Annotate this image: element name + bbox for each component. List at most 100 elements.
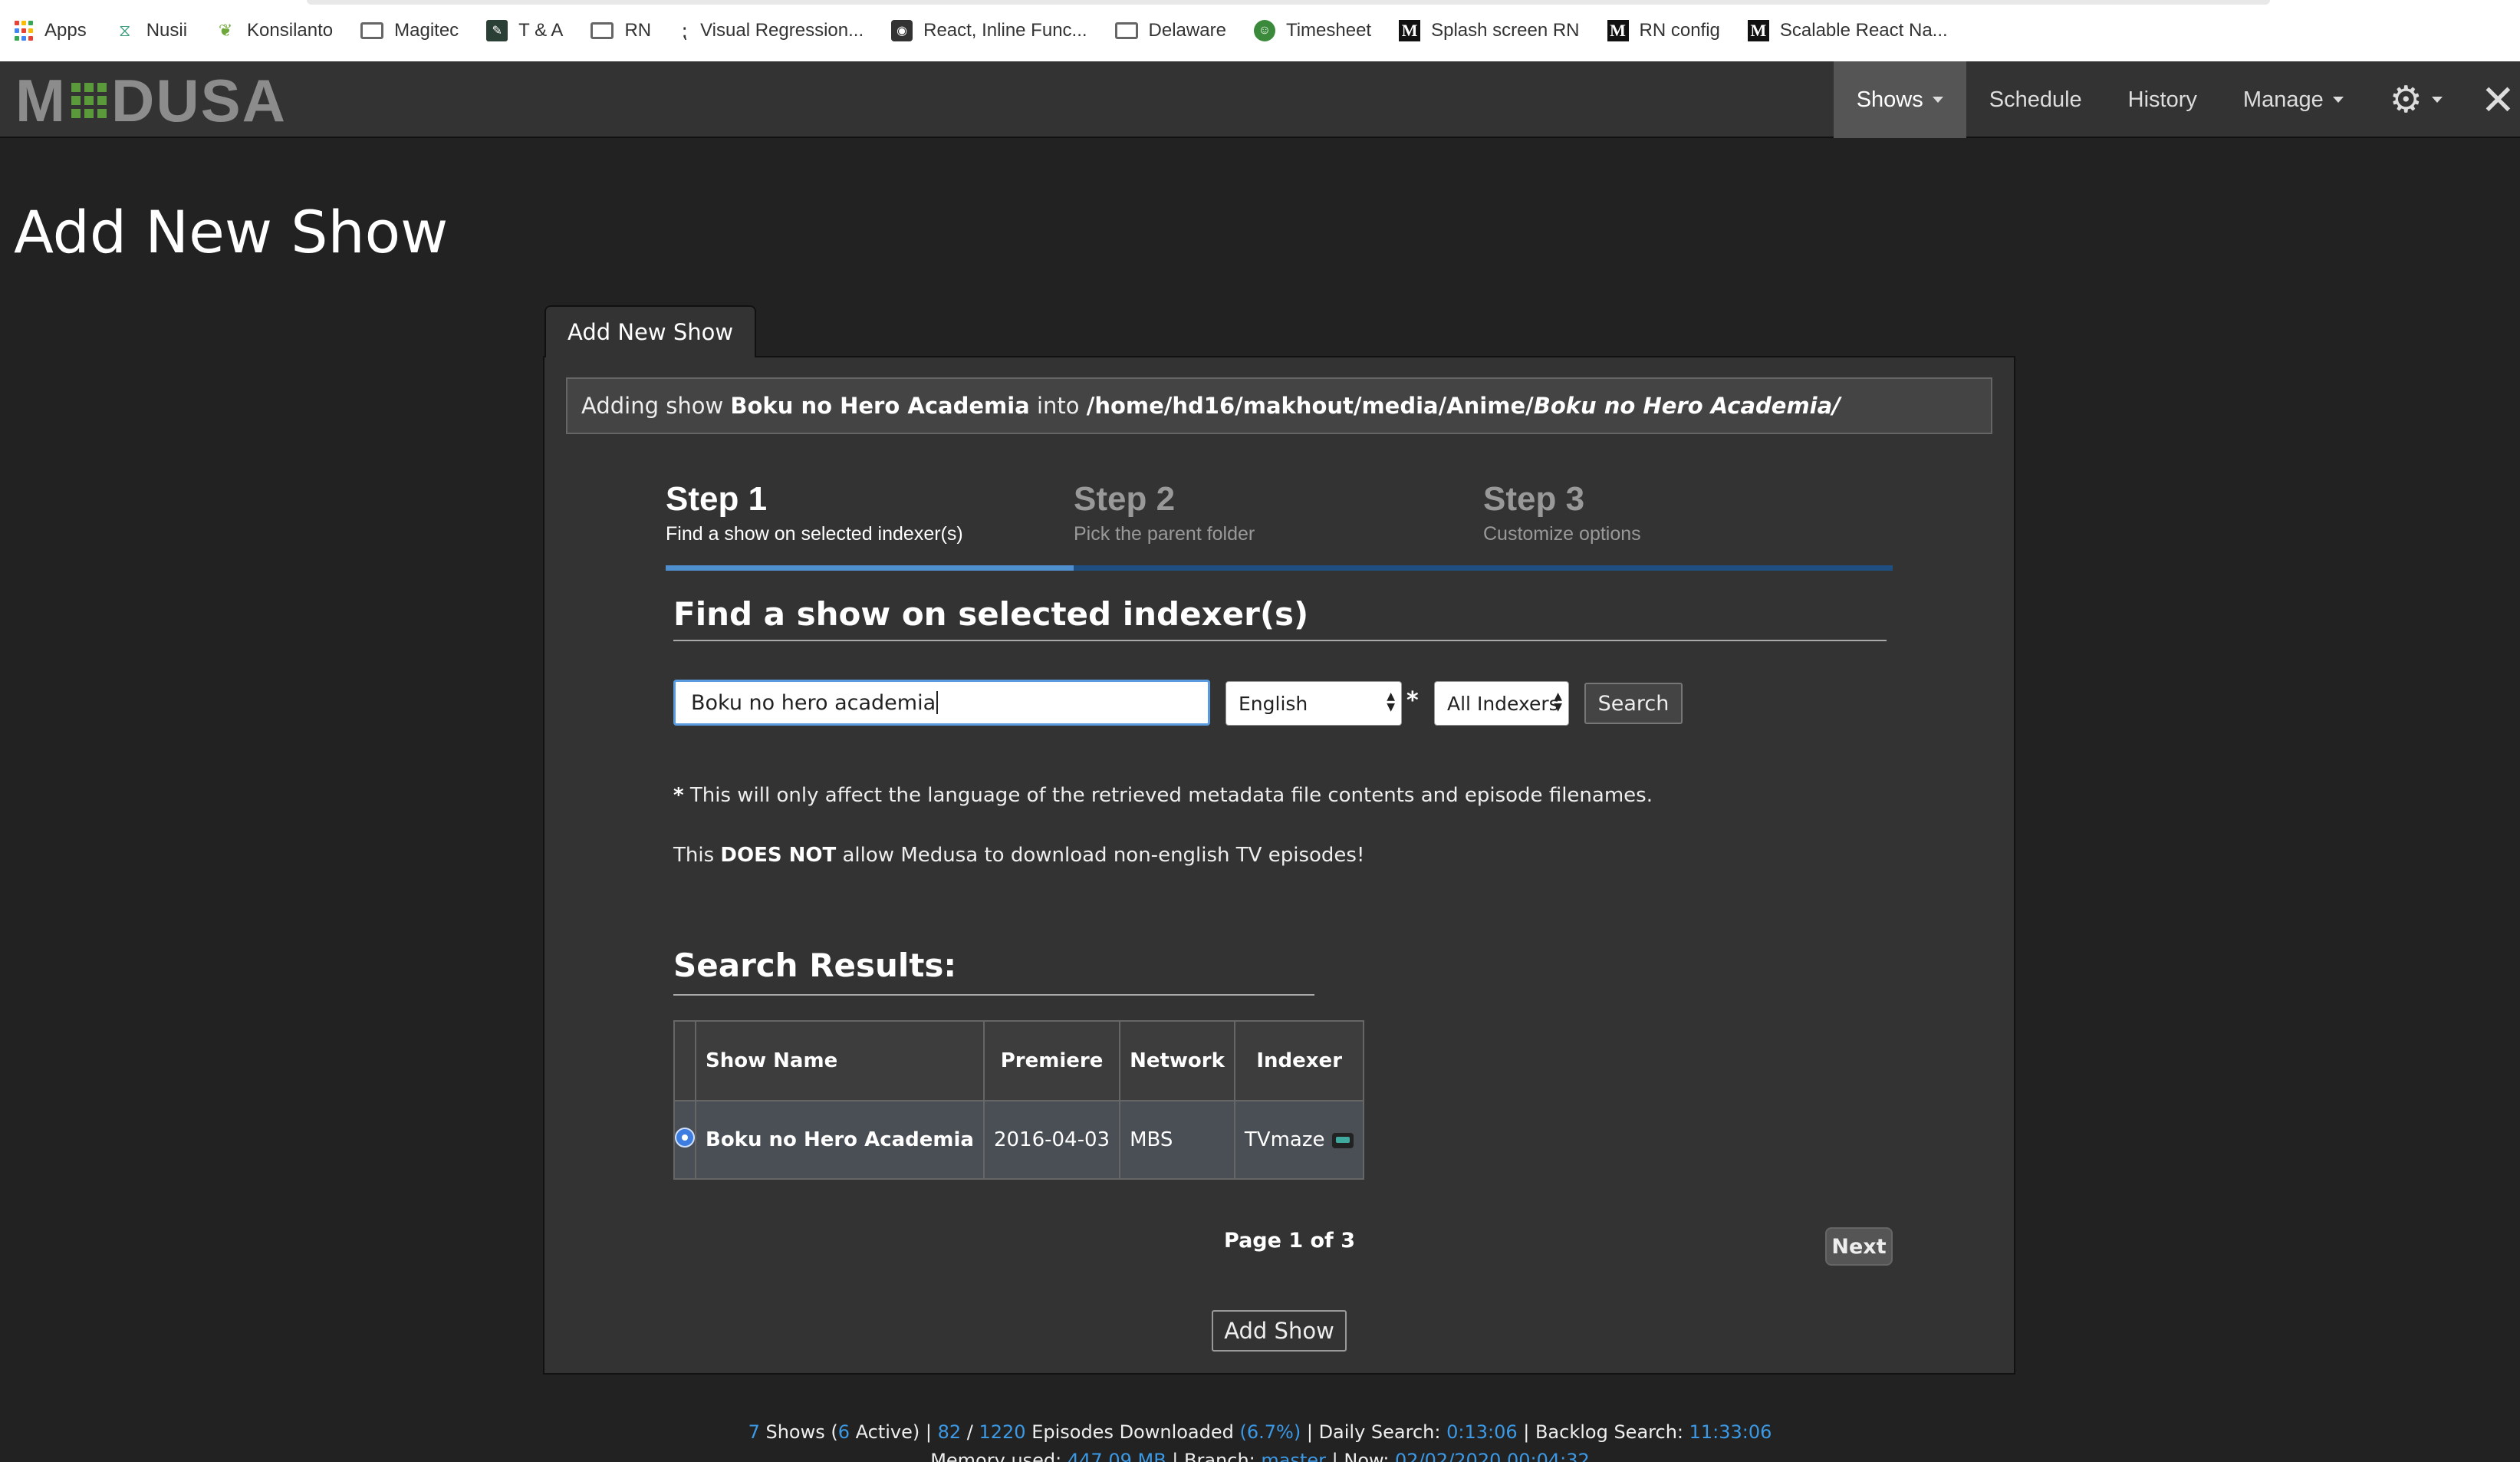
bookmark-rn[interactable]: RN [591, 20, 651, 41]
next-page-button[interactable]: Next [1825, 1227, 1893, 1266]
backlog-search-time: 11:33:06 [1689, 1421, 1772, 1443]
select-arrows-icon: ▲ ▼ [1554, 690, 1562, 713]
note-asterisk: * [673, 784, 684, 807]
header-premiere[interactable]: Premiere [982, 1020, 1121, 1101]
search-input-value: Boku no hero academia [691, 690, 936, 715]
nav-history[interactable]: History [2105, 61, 2220, 138]
step-2: Step 2 Pick the parent folder [1074, 480, 1255, 545]
search-results-heading: Search Results: [673, 947, 957, 984]
chevron-down-icon [2431, 97, 2443, 103]
shows-label: Shows ( [759, 1421, 838, 1443]
ta-icon: ✎ [486, 20, 508, 41]
text-cursor [936, 691, 939, 714]
dots-icon: ⁏ [680, 18, 688, 42]
bookmark-label: React, Inline Func... [923, 20, 1087, 41]
chevron-down-icon [1932, 97, 1943, 103]
download-percent: (6.7%) [1239, 1421, 1301, 1443]
active-count[interactable]: 6 [838, 1421, 850, 1443]
folder-icon [591, 22, 614, 39]
branch-value[interactable]: master [1261, 1450, 1326, 1462]
language-select-value: English [1239, 692, 1308, 715]
nav-schedule-label: Schedule [1989, 87, 2082, 112]
cell-show-name[interactable]: Boku no Hero Academia [695, 1100, 985, 1180]
cell-premiere: 2016-04-03 [982, 1100, 1121, 1180]
backlog-label: | Backlog Search: [1517, 1421, 1689, 1443]
logo-text-left: M [15, 66, 67, 134]
step-description: Pick the parent folder [1074, 523, 1255, 545]
now-value: 02/02/2020 00:04:32 [1395, 1450, 1590, 1462]
apps-grid-icon [14, 21, 34, 41]
bookmark-konsilanto[interactable]: ❦ Konsilanto [215, 20, 333, 41]
nav-tools[interactable]: ✕ [2466, 61, 2520, 138]
nav-shows-label: Shows [1856, 87, 1923, 112]
downloaded-count[interactable]: 82 [938, 1421, 962, 1443]
table-row[interactable]: Boku no Hero Academia 2016-04-03 MBS TVm… [673, 1100, 1365, 1180]
tab-add-new-show[interactable]: Add New Show [544, 305, 757, 357]
bookmark-label: Magitec [394, 20, 459, 41]
eye-icon: ◉ [891, 20, 913, 41]
result-radio[interactable] [675, 1127, 695, 1148]
header-show-name[interactable]: Show Name [695, 1020, 985, 1101]
bookmark-nusii[interactable]: ⧖ Nusii [114, 20, 187, 41]
cell-network: MBS [1119, 1100, 1235, 1180]
step-number: Step 3 [1483, 480, 1585, 518]
bookmark-delaware[interactable]: Delaware [1114, 20, 1226, 41]
memory-label: Memory used: [930, 1450, 1068, 1462]
memory-value: 447.09 MB [1067, 1450, 1166, 1462]
tvmaze-icon [1332, 1132, 1354, 1148]
bookmark-react-inline[interactable]: ◉ React, Inline Func... [891, 20, 1087, 41]
step-number: Step 1 [666, 480, 768, 518]
branch-label: | Branch: [1166, 1450, 1262, 1462]
total-episodes[interactable]: 1220 [979, 1421, 1025, 1443]
add-show-button[interactable]: Add Show [1212, 1310, 1347, 1352]
header-select [673, 1020, 696, 1101]
top-navbar: M DUSA Shows Schedule History Manage ⚙ ✕ [0, 61, 2520, 138]
language-select[interactable]: English ▲ ▼ [1225, 681, 1402, 726]
show-search-input[interactable]: Boku no hero academia [673, 680, 1210, 726]
logo-grid-icon [71, 83, 107, 118]
search-button[interactable]: Search [1584, 683, 1683, 724]
chevron-down-icon [2332, 97, 2344, 103]
adding-prefix: Adding show [581, 393, 731, 419]
indexer-name: TVmaze [1244, 1128, 1325, 1151]
shows-count[interactable]: 7 [748, 1421, 760, 1443]
header-indexer[interactable]: Indexer [1233, 1020, 1365, 1101]
bookmark-rn-config[interactable]: M RN config [1607, 20, 1720, 41]
bookmark-label: Visual Regression... [700, 20, 864, 41]
select-cell[interactable] [673, 1100, 696, 1180]
bookmarks-bar: Apps ⧖ Nusii ❦ Konsilanto Magitec ✎ T & … [0, 0, 2520, 61]
bookmark-magitec[interactable]: Magitec [360, 20, 459, 41]
bookmark-scalable-react[interactable]: M Scalable React Na... [1747, 20, 1948, 41]
bookmark-label: Scalable React Na... [1779, 20, 1948, 41]
nav-manage[interactable]: Manage [2220, 61, 2367, 138]
indexer-select-value: All Indexers [1447, 692, 1559, 715]
browser-tab-edge [307, 0, 2270, 5]
active-label: Active) | [850, 1421, 938, 1443]
adding-path-show: Boku no Hero Academia/ [1533, 393, 1841, 419]
bookmark-label: RN [624, 20, 652, 41]
nav-settings[interactable]: ⚙ [2367, 61, 2466, 138]
nav-schedule[interactable]: Schedule [1966, 61, 2105, 138]
nav-menu: Shows Schedule History Manage ⚙ ✕ [1833, 61, 2520, 138]
indexer-select[interactable]: All Indexers ▲ ▼ [1434, 681, 1569, 726]
bookmark-splash-screen[interactable]: M Splash screen RN [1399, 20, 1580, 41]
bookmark-ta[interactable]: ✎ T & A [486, 20, 563, 41]
header-network[interactable]: Network [1119, 1020, 1235, 1101]
step-description: Find a show on selected indexer(s) [666, 523, 963, 545]
bookmark-label: Delaware [1148, 20, 1226, 41]
bookmark-label: Timesheet [1285, 20, 1372, 41]
note-text: This will only affect the language of th… [683, 784, 1653, 807]
note-pre: This [673, 844, 721, 867]
medusa-logo[interactable]: M DUSA [15, 67, 287, 134]
language-asterisk: * [1406, 687, 1419, 714]
pagination-info: Page 1 of 3 [1224, 1229, 1355, 1253]
find-show-heading: Find a show on selected indexer(s) [673, 595, 1309, 633]
bookmark-timesheet[interactable]: ☺ Timesheet [1253, 20, 1372, 41]
nav-shows[interactable]: Shows [1833, 61, 1966, 138]
bookmark-visual-regression[interactable]: ⁏ Visual Regression... [679, 18, 864, 42]
steps-progress-fill [666, 565, 1074, 571]
gear-icon: ⚙ [2389, 80, 2423, 120]
table-header-row: Show Name Premiere Network Indexer [673, 1020, 1365, 1101]
bookmark-apps[interactable]: Apps [14, 20, 87, 41]
footer-system: Memory used: 447.09 MB | Branch: master … [0, 1450, 2520, 1462]
